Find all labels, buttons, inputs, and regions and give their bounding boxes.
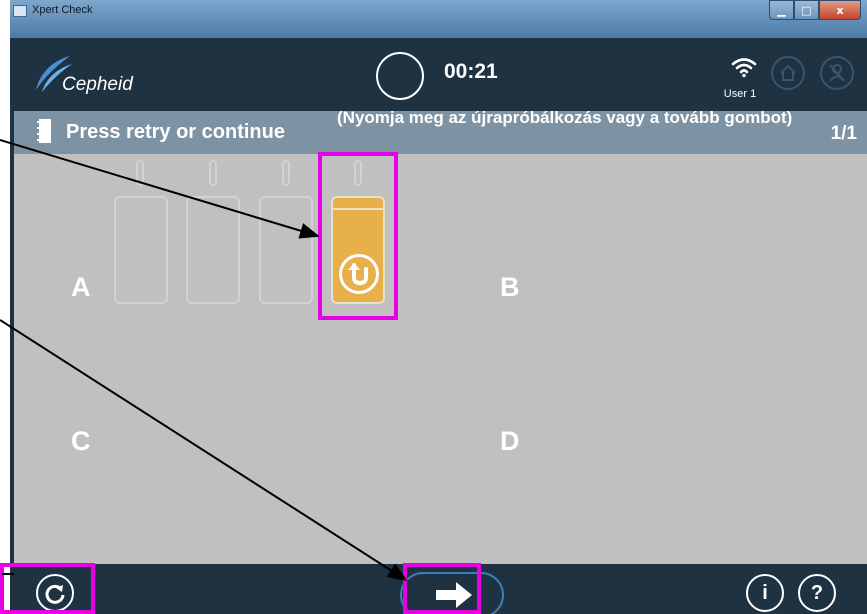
arrow-to-module <box>0 139 320 239</box>
arrow-to-continue <box>0 319 408 582</box>
screenshot: Xpert Check ▁ □ x Cepheid 00:21 User 1 P… <box>0 0 867 614</box>
annotation-arrows <box>0 139 408 582</box>
